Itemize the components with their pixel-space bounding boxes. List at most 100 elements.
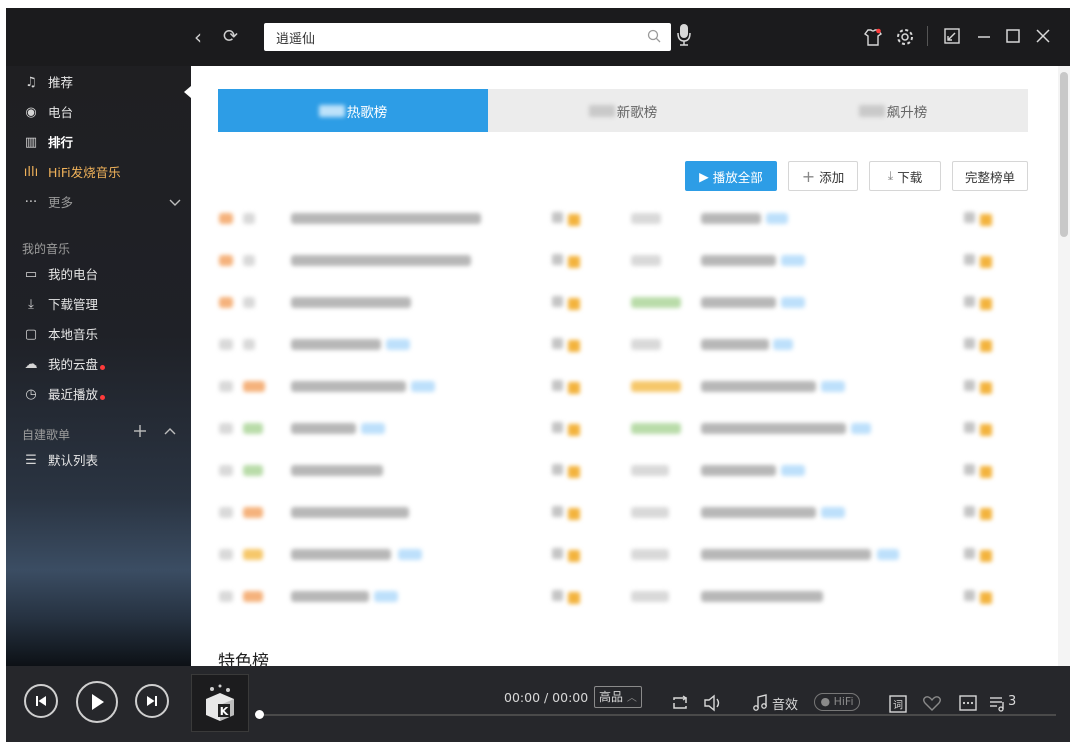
add-button[interactable]: + 添加 <box>788 161 858 191</box>
search-icon[interactable] <box>647 29 661 47</box>
row-actions[interactable] <box>552 292 582 312</box>
progress-knob[interactable] <box>255 710 264 719</box>
song-title-blurred <box>701 381 816 392</box>
maximize-icon[interactable] <box>1004 27 1022 49</box>
full-list-button[interactable]: 完整榜单 <box>952 161 1028 191</box>
row-actions[interactable] <box>964 208 994 228</box>
back-icon[interactable]: ‹ <box>194 27 202 47</box>
hifi-toggle[interactable]: ● HiFi <box>814 693 860 711</box>
row-actions[interactable] <box>552 334 582 354</box>
lyrics-icon[interactable]: 词 <box>888 694 908 718</box>
table-row[interactable] <box>191 460 1070 480</box>
sidebar-item-local-music[interactable]: ▢ 本地音乐 <box>22 324 98 346</box>
microphone-icon[interactable] <box>676 23 692 51</box>
scroll-thumb[interactable] <box>1060 72 1068 237</box>
table-row[interactable] <box>191 292 1070 312</box>
row-actions[interactable] <box>552 586 582 606</box>
table-row[interactable] <box>191 334 1070 354</box>
row-actions[interactable] <box>552 460 582 480</box>
row-actions[interactable] <box>964 376 994 396</box>
minimize-icon[interactable] <box>975 27 993 49</box>
clock-icon: ◷ <box>25 387 37 402</box>
song-title-blurred <box>291 549 391 560</box>
sidebar-item-my-radio[interactable]: ▭ 我的电台 <box>22 264 98 286</box>
table-row[interactable] <box>191 544 1070 564</box>
gear-icon[interactable] <box>895 27 915 51</box>
sidebar-item-recent[interactable]: ◷ 最近播放 <box>22 384 106 406</box>
close-icon[interactable] <box>1034 27 1052 49</box>
chevron-up-icon[interactable] <box>162 423 178 442</box>
row-actions[interactable] <box>552 502 582 522</box>
row-actions[interactable] <box>964 292 994 312</box>
sidebar-item-cloud[interactable]: ☁ 我的云盘 <box>22 354 106 376</box>
table-row[interactable] <box>191 418 1070 438</box>
loop-icon[interactable] <box>670 694 690 716</box>
playlist-queue-icon[interactable] <box>988 694 1008 716</box>
table-row[interactable] <box>191 586 1070 606</box>
search-input[interactable] <box>264 23 634 51</box>
song-title-blurred <box>291 381 406 392</box>
row-actions[interactable] <box>964 418 994 438</box>
play-icon <box>92 694 104 710</box>
sidebar-item-ranking[interactable]: ▥ 排行 <box>22 132 73 154</box>
row-actions[interactable] <box>964 502 994 522</box>
play-all-button[interactable]: ▶ 播放全部 <box>685 161 777 191</box>
table-row[interactable] <box>191 250 1070 270</box>
row-actions[interactable] <box>964 250 994 270</box>
refresh-icon[interactable]: ⟳ <box>223 27 238 47</box>
row-actions[interactable] <box>964 334 994 354</box>
sound-effect-icon[interactable] <box>752 694 768 716</box>
search-box[interactable] <box>264 23 671 51</box>
sidebar: ♫ 推荐 ◉ 电台 ▥ 排行 ıllı HiFi发烧音乐 ··· 更多 我的音乐… <box>6 66 191 666</box>
song-title-blurred <box>701 213 761 224</box>
row-actions[interactable] <box>552 250 582 270</box>
tab-new-songs[interactable]: 新歌榜 <box>488 89 758 132</box>
quality-selector[interactable]: 高品 ︿ <box>594 686 642 708</box>
next-button[interactable] <box>135 684 169 718</box>
sidebar-item-hifi[interactable]: ıllı HiFi发烧音乐 <box>22 162 121 184</box>
song-title-blurred <box>701 507 816 518</box>
sidebar-item-more[interactable]: ··· 更多 <box>22 192 182 214</box>
more-icon[interactable] <box>958 694 978 716</box>
song-title-blurred <box>291 465 383 476</box>
previous-button[interactable] <box>24 684 58 718</box>
table-row[interactable] <box>191 376 1070 396</box>
sidebar-item-label: 推荐 <box>48 75 74 90</box>
skin-icon[interactable] <box>863 27 883 51</box>
mini-mode-icon[interactable] <box>943 27 961 49</box>
song-title-blurred <box>701 591 823 602</box>
trend-blurred <box>243 549 263 560</box>
table-row[interactable] <box>191 502 1070 522</box>
scrollbar[interactable] <box>1058 66 1070 666</box>
row-actions[interactable] <box>552 418 582 438</box>
download-button[interactable]: ⤓ 下载 <box>869 161 941 191</box>
play-button[interactable] <box>76 681 118 723</box>
album-cover[interactable]: K <box>191 674 249 732</box>
row-actions[interactable] <box>552 208 582 228</box>
add-playlist-icon[interactable] <box>132 423 148 442</box>
sound-effect-label[interactable]: 音效 <box>772 694 798 713</box>
row-actions[interactable] <box>964 544 994 564</box>
tab-rising[interactable]: 飙升榜 <box>758 89 1028 132</box>
tab-hot-songs[interactable]: 热歌榜 <box>218 89 488 132</box>
playback-time: 00:00 / 00:00 <box>504 690 589 705</box>
sidebar-item-recommend[interactable]: ♫ 推荐 <box>22 72 73 94</box>
tab-label: 热歌榜 <box>346 104 388 121</box>
row-actions[interactable] <box>964 460 994 480</box>
next-icon <box>147 696 157 706</box>
table-row[interactable] <box>191 208 1070 228</box>
playlists-heading: 自建歌单 <box>22 423 182 443</box>
row-actions[interactable] <box>552 376 582 396</box>
volume-icon[interactable] <box>703 694 725 716</box>
chart-icon: ▥ <box>24 135 38 150</box>
sidebar-item-radio[interactable]: ◉ 电台 <box>22 102 73 124</box>
sidebar-item-downloads[interactable]: ⤓ 下载管理 <box>22 294 98 316</box>
chevron-down-icon[interactable] <box>168 192 182 221</box>
sidebar-item-default-list[interactable]: ☰ 默认列表 <box>22 450 98 472</box>
row-actions[interactable] <box>964 586 994 606</box>
quality-badge-blurred <box>781 465 805 476</box>
trend-blurred <box>243 213 255 224</box>
heart-icon[interactable] <box>922 694 942 716</box>
song-title-blurred <box>291 255 471 266</box>
row-actions[interactable] <box>552 544 582 564</box>
